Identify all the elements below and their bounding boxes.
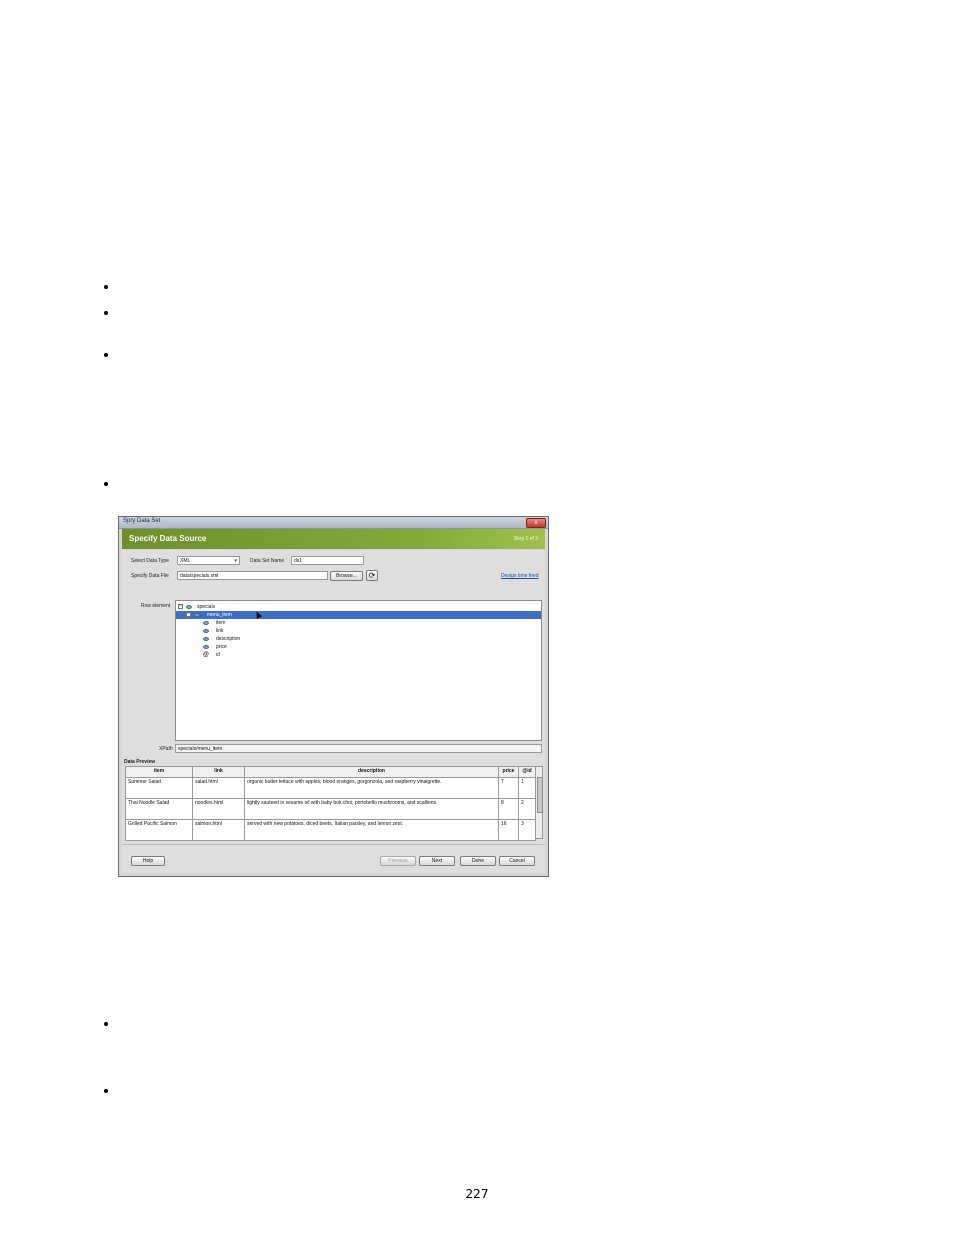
data-set-name-input[interactable]: ds1 <box>291 556 364 565</box>
tree-node-description[interactable]: description <box>176 635 541 643</box>
column-header: description <box>244 766 499 778</box>
tree-node-label: price <box>216 644 227 650</box>
element-node-icon <box>203 629 209 633</box>
row-element-label: Row element <box>141 603 171 609</box>
table-cell: 7 <box>498 777 519 799</box>
data-file-label: Specify Data File <box>131 573 169 579</box>
tree-node-label: description <box>216 636 241 642</box>
table-cell: salmon.html <box>192 819 245 841</box>
element-node-icon <box>203 645 209 649</box>
tree-node-price[interactable]: price <box>176 643 541 651</box>
data-file-input[interactable]: data/specials.xml <box>177 571 328 580</box>
bullet-4 <box>104 482 108 486</box>
refresh-icon[interactable]: ⟳ <box>366 570 378 581</box>
table-cell: 2 <box>518 798 536 820</box>
dialog-titlebar: Spry Data Set x <box>119 517 548 529</box>
chevron-down-icon: ▾ <box>234 558 237 564</box>
help-button[interactable]: Help <box>131 856 165 866</box>
element-node-icon <box>203 637 209 641</box>
element-node-icon <box>203 621 209 625</box>
close-button[interactable]: x <box>526 518 546 528</box>
data-type-select[interactable]: XML ▾ <box>177 556 240 565</box>
previous-button[interactable]: Previous <box>380 856 416 866</box>
bullet-3 <box>104 353 108 357</box>
header-title: Specify Data Source <box>129 534 207 543</box>
collapse-icon[interactable]: − <box>178 604 183 609</box>
column-header: @id <box>518 766 536 778</box>
bullet-2 <box>104 311 108 315</box>
column-header: item <box>125 766 193 778</box>
data-preview-label: Data Preview <box>124 759 156 765</box>
scrollbar-thumb[interactable] <box>537 777 543 813</box>
data-preview-table: item link description price @id Summer S… <box>125 766 536 841</box>
column-header: price <box>498 766 519 778</box>
table-cell: noodles.html <box>192 798 245 820</box>
table-row: Summer Salad salad.html organic butter l… <box>125 777 536 799</box>
table-cell: 16 <box>498 819 519 841</box>
data-set-name-label: Data Set Name <box>250 558 285 564</box>
table-cell: Grilled Pacific Salmon <box>125 819 193 841</box>
footer-divider <box>122 844 545 845</box>
table-row: Grilled Pacific Salmon salmon.html serve… <box>125 819 536 841</box>
xpath-label: XPath <box>159 746 173 752</box>
table-cell: 1 <box>518 777 536 799</box>
bullet-1 <box>104 285 108 289</box>
column-header: link <box>192 766 245 778</box>
bullet-5 <box>104 1022 108 1026</box>
next-button[interactable]: Next <box>419 856 455 866</box>
browse-button[interactable]: Browse... <box>330 571 363 581</box>
tree-node-label: link <box>216 628 224 634</box>
done-button[interactable]: Done <box>460 856 496 866</box>
design-time-feed-link[interactable]: Design time feed <box>501 573 539 579</box>
tree-node-menu-item[interactable]: − menu_item <box>176 610 541 619</box>
cancel-button[interactable]: Cancel <box>499 856 535 866</box>
tree-node-label: item <box>216 620 226 626</box>
table-cell: lightly sauteed in sesame oil with baby … <box>244 798 499 820</box>
table-row: Thai Noodle Salad noodles.html lightly s… <box>125 798 536 820</box>
tree-node-label: menu_item <box>207 612 232 618</box>
table-cell: served with new potatoes, diced beets, I… <box>244 819 499 841</box>
preview-scrollbar[interactable] <box>535 766 543 839</box>
tree-node-id[interactable]: @ id <box>176 651 541 659</box>
step-indicator: Step 1 of 3 <box>513 536 538 542</box>
preview-header-row: item link description price @id <box>125 766 536 778</box>
tree-node-link[interactable]: link <box>176 627 541 635</box>
data-type-value: XML <box>180 558 191 564</box>
xpath-field: specials/menu_item <box>175 744 542 753</box>
dialog-body: Select Data Type XML ▾ Data Set Name ds1… <box>122 550 545 873</box>
tree-node-label: specials <box>197 604 216 610</box>
element-node-icon <box>186 605 192 609</box>
spry-data-set-dialog: Spry Data Set x Specify Data Source Step… <box>118 516 549 877</box>
table-cell: Thai Noodle Salad <box>125 798 193 820</box>
tree-node-label: id <box>216 652 220 658</box>
row-element-tree[interactable]: − specials − menu_item item link descrip… <box>175 600 542 741</box>
tree-node-specials[interactable]: − specials <box>176 603 541 611</box>
dialog-title: Spry Data Set <box>123 518 161 524</box>
tree-node-item[interactable]: item <box>176 619 541 627</box>
mouse-cursor-icon <box>253 610 263 619</box>
table-cell: 3 <box>518 819 536 841</box>
attribute-icon: @ <box>203 652 209 658</box>
table-cell: organic butter lettuce with apples, bloo… <box>244 777 499 799</box>
element-node-icon <box>194 613 200 617</box>
table-cell: salad.html <box>192 777 245 799</box>
data-type-label: Select Data Type <box>131 558 169 564</box>
bullet-6 <box>104 1089 108 1093</box>
dialog-header: Specify Data Source Step 1 of 3 <box>122 529 545 549</box>
table-cell: Summer Salad <box>125 777 193 799</box>
table-cell: 8 <box>498 798 519 820</box>
page-number: 227 <box>465 1187 489 1201</box>
collapse-icon[interactable]: − <box>186 612 191 617</box>
